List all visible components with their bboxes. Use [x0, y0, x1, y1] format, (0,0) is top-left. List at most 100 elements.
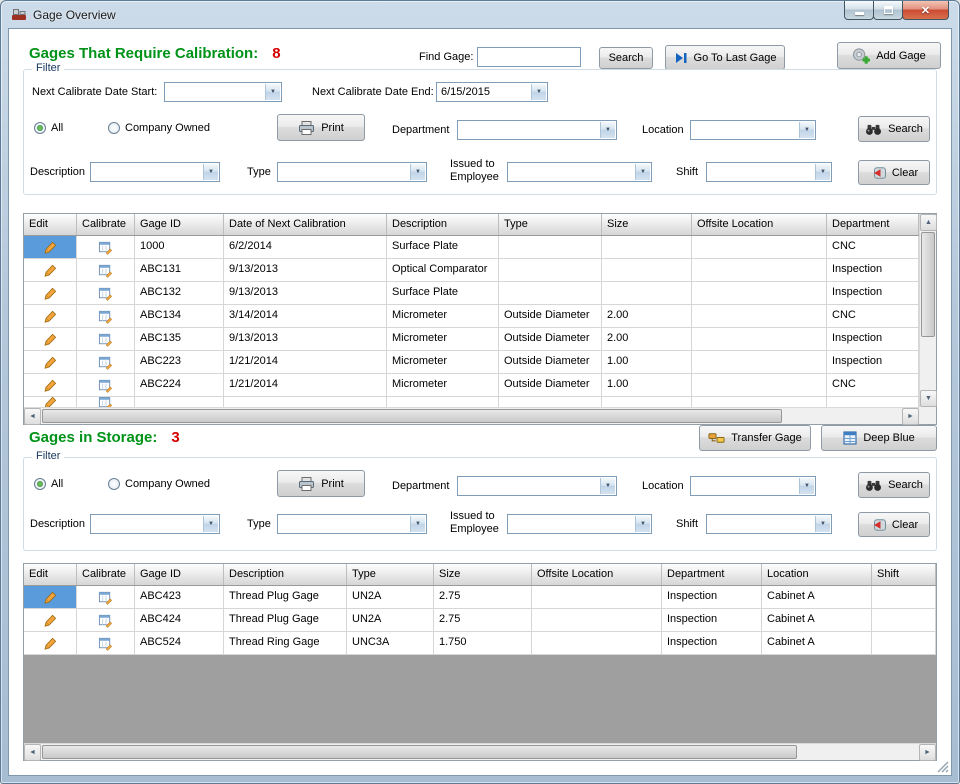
table-row[interactable]: ABC1359/13/2013MicrometerOutside Diamete… [24, 328, 919, 351]
print-button[interactable]: Print [277, 114, 365, 141]
scroll-left-icon[interactable]: ◄ [24, 408, 41, 425]
column-header[interactable]: Offsite Location [532, 564, 662, 585]
calibrate-icon[interactable] [77, 328, 135, 350]
calibrate-icon[interactable] [77, 259, 135, 281]
table-row[interactable]: ABC524Thread Ring GageUNC3A1.750Inspecti… [24, 632, 936, 655]
maximize-button[interactable] [873, 1, 903, 20]
department-select[interactable]: ▼ [457, 476, 617, 496]
cell[interactable] [692, 282, 827, 304]
location-select[interactable]: ▼ [690, 120, 816, 140]
cell[interactable] [692, 305, 827, 327]
cell[interactable]: 1000 [135, 236, 224, 258]
edit-icon[interactable] [24, 351, 77, 373]
cell[interactable]: Outside Diameter [499, 374, 602, 396]
radio-company-owned[interactable]: Company Owned [108, 478, 210, 490]
column-header[interactable]: Department [827, 214, 919, 235]
cell[interactable]: 9/13/2013 [224, 259, 387, 281]
cell[interactable]: Optical Comparator [387, 259, 499, 281]
radio-all[interactable]: All [34, 122, 63, 134]
cell[interactable]: 9/13/2013 [224, 282, 387, 304]
cell[interactable]: 9/13/2013 [224, 328, 387, 350]
calibrate-icon[interactable] [77, 632, 135, 654]
table-row[interactable]: ABC1329/13/2013Surface PlateInspection [24, 282, 919, 305]
column-header[interactable]: Type [499, 214, 602, 235]
issued-to-employee-select[interactable]: ▼ [507, 162, 652, 182]
shift-select[interactable]: ▼ [706, 514, 832, 534]
cell[interactable] [532, 586, 662, 608]
cell[interactable]: 1/21/2014 [224, 351, 387, 373]
cell[interactable]: Thread Ring Gage [224, 632, 347, 654]
cell[interactable]: Inspection [662, 632, 762, 654]
table-row[interactable]: ABC2241/21/2014MicrometerOutside Diamete… [24, 374, 919, 397]
cell[interactable] [602, 282, 692, 304]
cell[interactable] [827, 397, 919, 407]
scroll-left-icon[interactable]: ◄ [24, 744, 41, 761]
cell[interactable] [532, 609, 662, 631]
cell[interactable]: CNC [827, 236, 919, 258]
filter-search-button[interactable]: Search [858, 472, 930, 498]
cell[interactable]: Cabinet A [762, 632, 872, 654]
type-select[interactable]: ▼ [277, 514, 427, 534]
column-header[interactable]: Shift [872, 564, 936, 585]
cell[interactable]: 2.00 [602, 305, 692, 327]
minimize-button[interactable] [844, 1, 874, 20]
table-row-partial[interactable] [24, 397, 919, 407]
filter-search-button[interactable]: Search [858, 116, 930, 142]
cell[interactable] [692, 259, 827, 281]
column-header[interactable]: Offsite Location [692, 214, 827, 235]
table-row[interactable]: ABC424Thread Plug GageUN2A2.75Inspection… [24, 609, 936, 632]
cell[interactable]: ABC131 [135, 259, 224, 281]
date-end-select[interactable]: 6/15/2015 ▼ [436, 82, 548, 102]
column-header[interactable]: Gage ID [135, 214, 224, 235]
calibrate-icon[interactable] [77, 305, 135, 327]
table-row[interactable]: ABC423Thread Plug GageUN2A2.75Inspection… [24, 586, 936, 609]
cell[interactable]: Surface Plate [387, 282, 499, 304]
find-search-button[interactable]: Search [599, 47, 653, 69]
type-select[interactable]: ▼ [277, 162, 427, 182]
date-start-select[interactable]: ▼ [164, 82, 282, 102]
calibrate-icon[interactable] [77, 397, 135, 407]
filter-clear-button[interactable]: Clear [858, 160, 930, 185]
cell[interactable]: ABC223 [135, 351, 224, 373]
cell[interactable] [692, 351, 827, 373]
calibrate-icon[interactable] [77, 351, 135, 373]
cell[interactable]: Outside Diameter [499, 351, 602, 373]
table-row[interactable]: ABC2231/21/2014MicrometerOutside Diamete… [24, 351, 919, 374]
calibrate-icon[interactable] [77, 282, 135, 304]
edit-icon[interactable] [24, 259, 77, 281]
cell[interactable]: Inspection [827, 351, 919, 373]
cell[interactable]: 1.00 [602, 374, 692, 396]
location-select[interactable]: ▼ [690, 476, 816, 496]
resize-grip[interactable] [936, 760, 949, 773]
radio-company-owned[interactable]: Company Owned [108, 122, 210, 134]
cell[interactable] [872, 586, 936, 608]
cell[interactable]: 1/21/2014 [224, 374, 387, 396]
calibrate-icon[interactable] [77, 609, 135, 631]
table-row[interactable]: ABC1343/14/2014MicrometerOutside Diamete… [24, 305, 919, 328]
scroll-down-icon[interactable]: ▼ [920, 390, 937, 407]
cell[interactable]: Micrometer [387, 374, 499, 396]
cell[interactable]: ABC423 [135, 586, 224, 608]
cell[interactable]: CNC [827, 374, 919, 396]
scroll-track[interactable] [41, 744, 919, 760]
calibrate-icon[interactable] [77, 586, 135, 608]
cell[interactable]: 2.00 [602, 328, 692, 350]
cell[interactable] [872, 609, 936, 631]
edit-icon[interactable] [24, 305, 77, 327]
cell[interactable]: Inspection [827, 259, 919, 281]
cell[interactable] [692, 397, 827, 407]
cell[interactable]: 6/2/2014 [224, 236, 387, 258]
find-gage-input[interactable] [477, 47, 581, 67]
cell[interactable]: ABC424 [135, 609, 224, 631]
cell[interactable]: Inspection [662, 609, 762, 631]
scroll-thumb[interactable] [921, 232, 935, 337]
table-row[interactable]: ABC1319/13/2013Optical Comparator Inspect… [24, 259, 919, 282]
cell[interactable] [692, 328, 827, 350]
close-button[interactable]: ✕ [902, 1, 949, 20]
cell[interactable] [602, 397, 692, 407]
cell[interactable]: Inspection [827, 282, 919, 304]
cell[interactable]: 3/14/2014 [224, 305, 387, 327]
filter-clear-button[interactable]: Clear [858, 512, 930, 537]
transfer-gage-button[interactable]: Transfer Gage [699, 425, 811, 451]
column-header[interactable]: Calibrate [77, 564, 135, 585]
